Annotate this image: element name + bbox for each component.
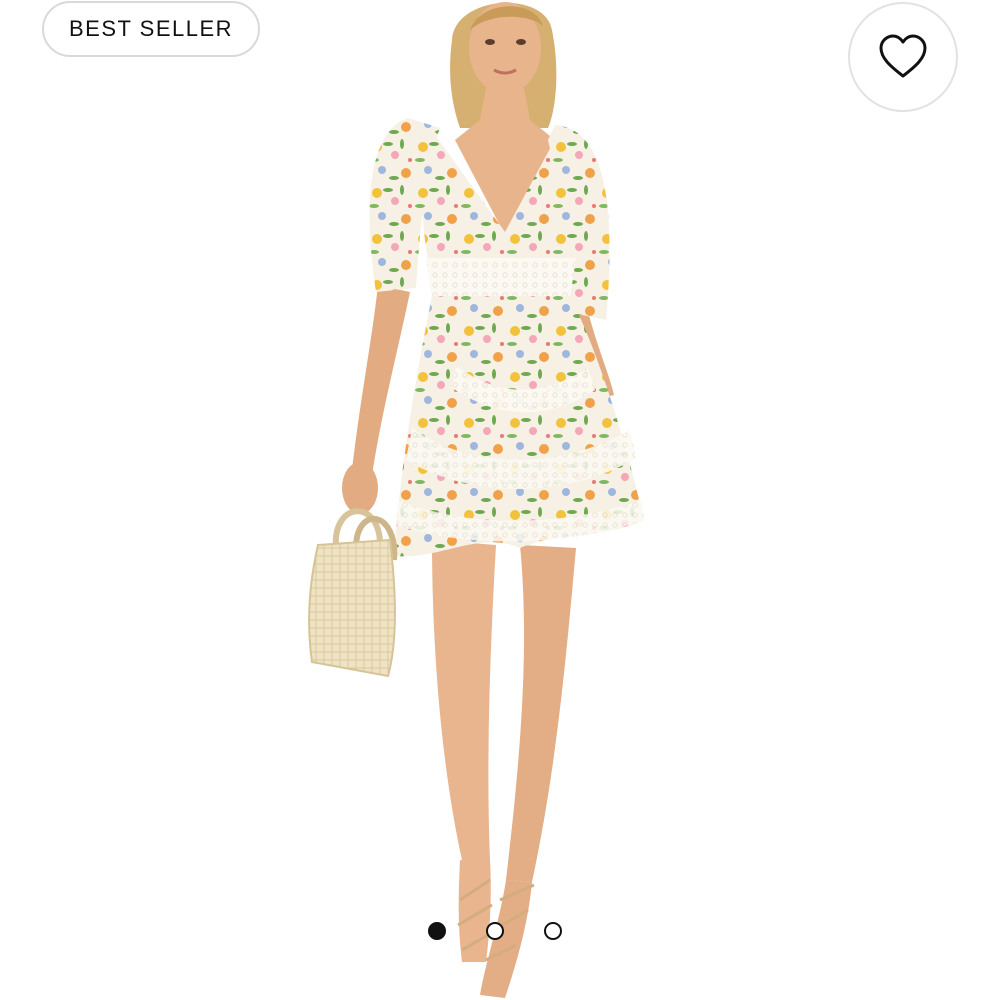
best-seller-label: BEST SELLER bbox=[68, 16, 234, 41]
product-image[interactable] bbox=[0, 0, 1000, 1000]
heart-outline-icon bbox=[879, 34, 927, 78]
favorite-button[interactable] bbox=[848, 2, 958, 112]
best-seller-badge: BEST SELLER bbox=[42, 1, 260, 57]
carousel-dot-1[interactable] bbox=[428, 922, 446, 940]
product-gallery: BEST SELLER bbox=[0, 0, 1000, 1000]
carousel-indicators bbox=[428, 922, 562, 940]
carousel-dot-2[interactable] bbox=[486, 922, 504, 940]
carousel-dot-3[interactable] bbox=[544, 922, 562, 940]
